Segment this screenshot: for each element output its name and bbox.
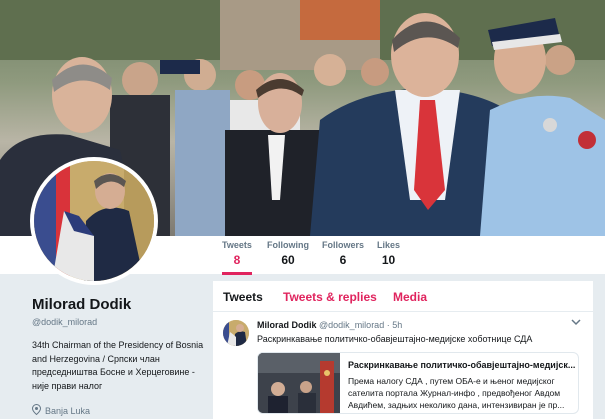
map-pin-icon bbox=[31, 403, 42, 417]
stat-following[interactable]: Following 60 bbox=[267, 240, 309, 267]
tweet-text: Раскринкавање политичко-обавјештајно-мед… bbox=[257, 334, 533, 344]
profile-bio: 34th Chairman of the Presidency of Bosni… bbox=[32, 340, 204, 391]
timeline-tabs: Tweets Tweets & replies Media bbox=[213, 281, 593, 312]
stat-label: Followers bbox=[322, 240, 365, 250]
stat-label: Following bbox=[267, 240, 309, 250]
timeline: Tweets Tweets & replies Media Milorad Do… bbox=[213, 281, 593, 419]
twitter-profile-page: Tweets 8 Following 60 Followers 6 Likes … bbox=[0, 0, 605, 419]
tab-media[interactable]: Media bbox=[393, 290, 427, 304]
stat-value: 10 bbox=[381, 253, 396, 267]
profile-location: Banja Luka bbox=[31, 403, 208, 417]
tweet-author-name[interactable]: Milorad Dodik bbox=[257, 320, 317, 330]
tweet-avatar[interactable] bbox=[223, 320, 249, 346]
tweet[interactable]: Milorad Dodik @dodik_milorad · 5h Раскри… bbox=[213, 312, 593, 419]
profile-avatar[interactable] bbox=[30, 157, 158, 285]
card-image bbox=[258, 353, 340, 413]
profile-handle[interactable]: @dodik_milorad bbox=[32, 317, 208, 327]
tab-tweets[interactable]: Tweets bbox=[223, 290, 263, 304]
tab-tweets-replies[interactable]: Tweets & replies bbox=[283, 290, 377, 304]
stat-value: 60 bbox=[281, 253, 295, 267]
link-card[interactable]: Раскринкавање политичко-обавјештајно-мед… bbox=[257, 352, 579, 414]
stat-followers[interactable]: Followers 6 bbox=[322, 240, 364, 267]
profile-name[interactable]: Milorad Dodik bbox=[32, 296, 208, 313]
stat-value: 8 bbox=[233, 253, 241, 267]
card-description: Према налогу СДА , путем ОБА-е и њеног м… bbox=[348, 376, 565, 410]
stat-label: Tweets bbox=[222, 240, 252, 250]
tweet-header: Milorad Dodik @dodik_milorad · 5h bbox=[257, 320, 402, 330]
profile-sidebar: Milorad Dodik @dodik_milorad 34th Chairm… bbox=[31, 296, 208, 417]
stat-tweets[interactable]: Tweets 8 bbox=[222, 240, 252, 275]
stat-label: Likes bbox=[377, 240, 401, 250]
tweet-time[interactable]: · 5h bbox=[387, 320, 403, 330]
card-title: Раскринкавање политичко-обавјештајно-мед… bbox=[348, 360, 576, 370]
stat-likes[interactable]: Likes 10 bbox=[377, 240, 400, 267]
chevron-down-icon[interactable] bbox=[571, 318, 581, 329]
tweet-author-handle[interactable]: @dodik_milorad bbox=[319, 320, 384, 330]
location-text: Banja Luka bbox=[45, 405, 91, 416]
stat-value: 6 bbox=[339, 253, 347, 267]
